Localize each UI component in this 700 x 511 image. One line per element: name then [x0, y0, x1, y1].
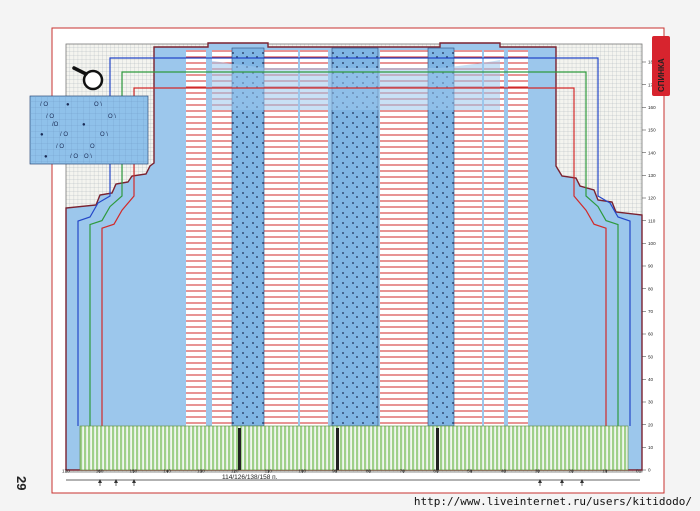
page-number: 29 [14, 476, 29, 490]
svg-text:/ O: / O [40, 102, 48, 108]
svg-text:O \: O \ [84, 154, 92, 160]
y-tick-label: 40 [648, 377, 654, 382]
svg-text:O: O [90, 144, 95, 150]
y-tick-label: 110 [648, 218, 656, 223]
rib-marker [436, 428, 439, 470]
svg-text:O \: O \ [108, 114, 116, 120]
svg-text:/ O: / O [60, 132, 68, 138]
rib-marker [336, 428, 339, 470]
x-tick-label: 90 [332, 469, 338, 474]
x-tick-label: 140 [163, 469, 171, 474]
svg-text:/ O: / O [70, 154, 78, 160]
x-tick-label: 50 [467, 469, 473, 474]
svg-text:/ O: / O [46, 114, 54, 120]
x-tick-label: 150 [130, 469, 138, 474]
pattern-page: 170 160 150 140 130 120 110 100 90 80 70 60 50 40 30 20… [0, 0, 700, 511]
stockinette-column [186, 50, 206, 426]
svg-text:O \: O \ [94, 102, 102, 108]
ribbing-band [79, 425, 629, 471]
x-tick-label: 30 [535, 469, 541, 474]
x-tick-label: 70 [400, 469, 406, 474]
source-url: http://www.liveinternet.ru/users/kitidod… [413, 495, 692, 508]
x-tick-label: 60 [433, 469, 439, 474]
x-tick-label: 80 [366, 469, 372, 474]
rib-marker [238, 428, 241, 470]
x-tick-label: 170 [62, 469, 70, 474]
y-tick-label: 120 [648, 196, 656, 201]
y-tick-label: 50 [648, 354, 654, 359]
section-tab-label: СПИНКА [657, 58, 666, 92]
y-tick-label: 160 [648, 105, 656, 110]
svg-text:O \: O \ [100, 132, 108, 138]
stockinette-column [508, 50, 528, 426]
knitting-chart: 170 160 150 140 130 120 110 100 90 80 70 60 50 40 30 20… [14, 27, 670, 494]
x-tick-label: 40 [501, 469, 507, 474]
y-tick-label: 150 [648, 128, 656, 133]
x-tick-label: 100 [298, 469, 306, 474]
x-tick-label: 10 [602, 469, 608, 474]
svg-text:●: ● [44, 154, 48, 160]
svg-text:●: ● [66, 102, 70, 108]
y-tick-label: 80 [648, 286, 654, 291]
y-tick-label: 0 [648, 468, 651, 473]
y-tick-label: 60 [648, 332, 654, 337]
svg-text:●: ● [82, 122, 86, 128]
svg-text:●: ● [40, 132, 44, 138]
y-tick-label: 70 [648, 309, 654, 314]
y-tick-label: 20 [648, 422, 654, 427]
y-tick-label: 140 [648, 150, 656, 155]
svg-text:/ O: / O [56, 144, 64, 150]
y-tick-label: 10 [648, 445, 654, 450]
x-tick-label: 20 [568, 469, 574, 474]
x-tick-label: 0 [636, 469, 639, 474]
y-tick-label: 130 [648, 173, 656, 178]
sizes-caption: 114/126/138/158 п. [222, 474, 278, 481]
svg-text:/O: /O [52, 122, 59, 128]
x-tick-label: 130 [197, 469, 205, 474]
y-tick-label: 100 [648, 241, 656, 246]
y-tick-label: 30 [648, 400, 654, 405]
x-tick-label: 160 [96, 469, 104, 474]
x-tick-label: 110 [265, 469, 273, 474]
x-tick-label: 120 [231, 469, 239, 474]
y-tick-label: 90 [648, 264, 654, 269]
